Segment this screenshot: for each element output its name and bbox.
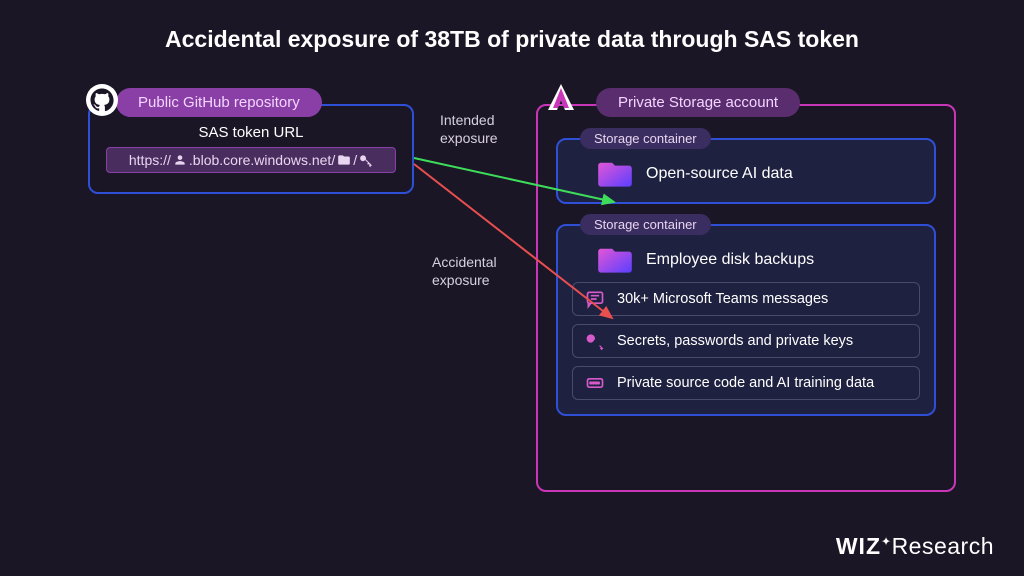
employee-label: Employee disk backups bbox=[646, 251, 814, 269]
container-label: Storage container bbox=[580, 128, 711, 149]
github-pill: Public GitHub repository bbox=[116, 88, 322, 117]
accidental-label: Accidental exposure bbox=[432, 254, 497, 289]
key-icon bbox=[585, 331, 605, 351]
url-sep: / bbox=[353, 152, 357, 168]
intended-label: Intended exposure bbox=[440, 112, 498, 147]
item-secrets: Secrets, passwords and private keys bbox=[572, 324, 920, 358]
github-repo-box: SAS token URL https:// .blob.core.window… bbox=[88, 104, 414, 194]
storage-account-box: Storage container Open-source AI data St… bbox=[536, 104, 956, 492]
brand-wiz: WIZ bbox=[836, 533, 881, 559]
container-label: Storage container bbox=[580, 214, 711, 235]
key-icon bbox=[359, 153, 373, 167]
open-source-label: Open-source AI data bbox=[646, 165, 793, 183]
chat-icon bbox=[585, 289, 605, 309]
folder-icon bbox=[337, 153, 351, 167]
brand-research: Research bbox=[892, 533, 994, 559]
storage-pill: Private Storage account bbox=[596, 88, 800, 117]
storage-container-open: Storage container Open-source AI data bbox=[556, 138, 936, 204]
person-icon bbox=[173, 153, 187, 167]
code-icon bbox=[585, 373, 605, 393]
storage-container-employee: Storage container Employee disk backups … bbox=[556, 224, 936, 416]
item-label: 30k+ Microsoft Teams messages bbox=[617, 291, 828, 307]
github-icon bbox=[86, 84, 118, 116]
brand-logo: WIZ✦Research bbox=[836, 533, 994, 560]
item-label: Secrets, passwords and private keys bbox=[617, 333, 853, 349]
azure-icon bbox=[544, 82, 578, 117]
sas-token-label: SAS token URL bbox=[90, 124, 412, 141]
folder-icon bbox=[598, 246, 632, 274]
url-prefix: https:// bbox=[129, 152, 171, 168]
sparkle-icon: ✦ bbox=[881, 534, 892, 548]
item-teams: 30k+ Microsoft Teams messages bbox=[572, 282, 920, 316]
sas-token-url: https:// .blob.core.windows.net/ / bbox=[106, 147, 396, 173]
folder-icon bbox=[598, 160, 632, 188]
url-mid: .blob.core.windows.net/ bbox=[189, 152, 335, 168]
page-title: Accidental exposure of 38TB of private d… bbox=[0, 0, 1024, 53]
item-source: Private source code and AI training data bbox=[572, 366, 920, 400]
item-label: Private source code and AI training data bbox=[617, 375, 874, 391]
